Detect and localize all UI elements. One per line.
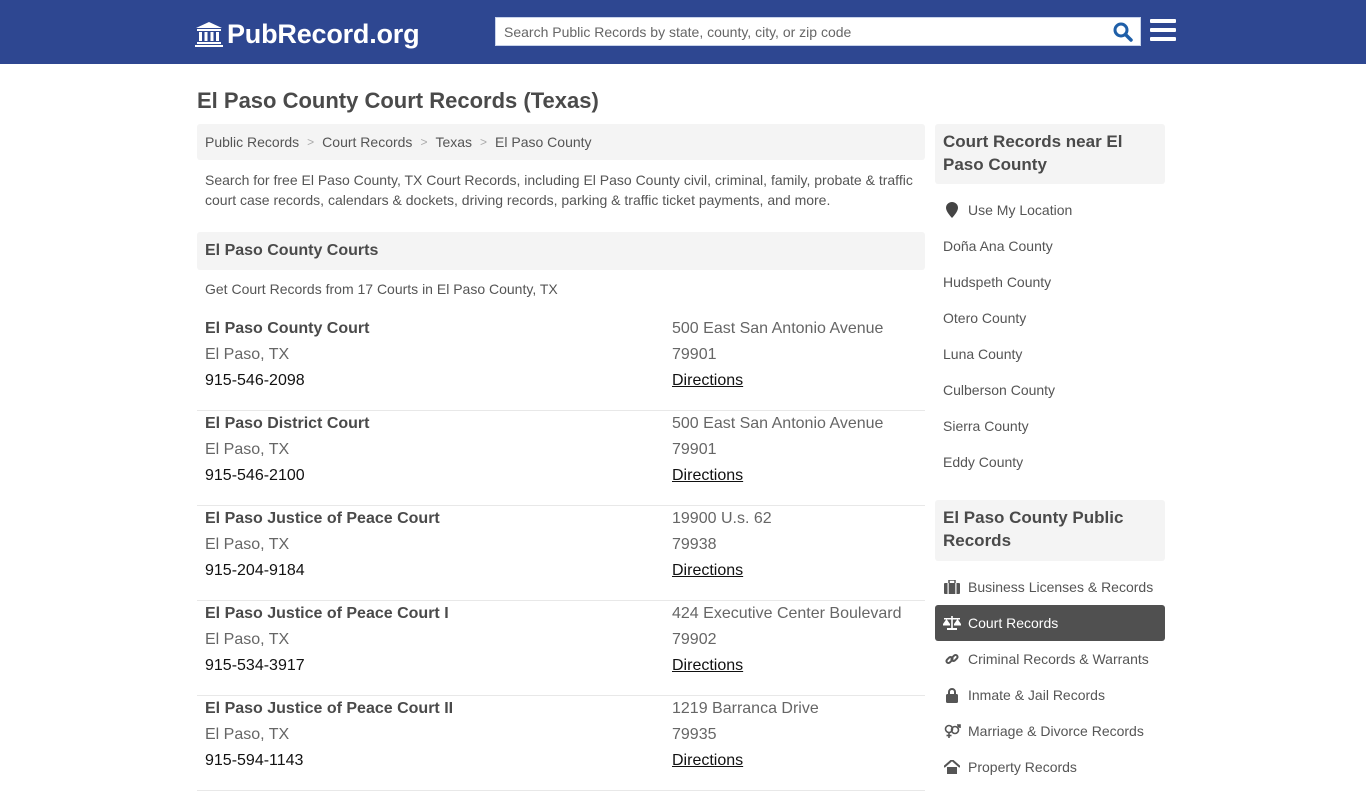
court-city: El Paso, TX bbox=[205, 441, 290, 458]
court-phone[interactable]: 915-546-2100 bbox=[205, 467, 305, 485]
court-name[interactable]: El Paso County Court bbox=[205, 320, 369, 338]
court-item: El Paso Justice of Peace Court El Paso, … bbox=[197, 506, 925, 601]
court-phone[interactable]: 915-534-3917 bbox=[205, 657, 305, 675]
breadcrumb-el-paso-county[interactable]: El Paso County bbox=[495, 134, 592, 150]
public-records-list: Business Licenses & Records Court Record… bbox=[935, 569, 1165, 785]
menu-bar bbox=[1150, 37, 1176, 41]
court-address: 500 East San Antonio Avenue bbox=[672, 415, 884, 432]
sidebar-item-inmate-records[interactable]: Inmate & Jail Records bbox=[935, 677, 1165, 713]
court-city: El Paso, TX bbox=[205, 536, 290, 553]
search-button[interactable] bbox=[1112, 22, 1134, 42]
court-zip: 79938 bbox=[672, 536, 717, 553]
court-address: 19900 U.s. 62 bbox=[672, 510, 772, 527]
nearby-heading: Court Records near El Paso County bbox=[935, 124, 1165, 184]
menu-bar bbox=[1150, 19, 1176, 23]
breadcrumb-court-records[interactable]: Court Records bbox=[322, 134, 412, 150]
court-address: 1219 Barranca Drive bbox=[672, 700, 819, 717]
breadcrumb: Public Records > Court Records > Texas >… bbox=[197, 124, 925, 160]
search-input[interactable] bbox=[496, 18, 1106, 45]
sidebar-item-label: Property Records bbox=[968, 759, 1077, 775]
briefcase-icon bbox=[943, 579, 961, 595]
court-name[interactable]: El Paso Justice of Peace Court bbox=[205, 510, 440, 528]
sidebar-item-label: Court Records bbox=[968, 615, 1059, 631]
logo-text: PubRecord.org bbox=[227, 18, 420, 49]
nearby-county-link[interactable]: Luna County bbox=[935, 336, 1165, 372]
nearby-list: Use My Location Doña Ana County Hudspeth… bbox=[935, 192, 1165, 480]
court-zip: 79901 bbox=[672, 441, 717, 458]
directions-link[interactable]: Directions bbox=[672, 562, 743, 580]
search-icon bbox=[1113, 22, 1133, 42]
link-icon bbox=[943, 651, 961, 667]
intro-text: Search for free El Paso County, TX Court… bbox=[205, 172, 913, 208]
sidebar-item-property-records[interactable]: Property Records bbox=[935, 749, 1165, 785]
court-zip: 79902 bbox=[672, 631, 717, 648]
directions-link[interactable]: Directions bbox=[672, 372, 743, 390]
court-item: El Paso Justice of Peace Court II El Pas… bbox=[197, 696, 925, 791]
sidebar-item-label: Criminal Records & Warrants bbox=[968, 651, 1149, 667]
court-address: 424 Executive Center Boulevard bbox=[672, 605, 902, 622]
lock-icon bbox=[943, 687, 961, 703]
court-phone[interactable]: 915-594-1143 bbox=[205, 752, 303, 770]
court-address: 500 East San Antonio Avenue bbox=[672, 320, 884, 337]
sidebar-item-business-licenses[interactable]: Business Licenses & Records bbox=[935, 569, 1165, 605]
court-city: El Paso, TX bbox=[205, 726, 290, 743]
court-city: El Paso, TX bbox=[205, 346, 290, 363]
menu-bar bbox=[1150, 28, 1176, 32]
scales-icon bbox=[943, 615, 961, 631]
home-icon bbox=[943, 759, 961, 775]
breadcrumb-separator: > bbox=[420, 135, 428, 149]
page-title: El Paso County Court Records (Texas) bbox=[197, 88, 599, 113]
breadcrumb-separator: > bbox=[307, 135, 315, 149]
breadcrumb-separator: > bbox=[480, 135, 488, 149]
court-item: El Paso District Court El Paso, TX 915-5… bbox=[197, 411, 925, 506]
court-city: El Paso, TX bbox=[205, 631, 290, 648]
sidebar-item-label: Business Licenses & Records bbox=[968, 579, 1154, 595]
court-phone[interactable]: 915-546-2098 bbox=[205, 372, 305, 390]
breadcrumb-texas[interactable]: Texas bbox=[435, 134, 472, 150]
nearby-county-link[interactable]: Culberson County bbox=[935, 372, 1165, 408]
courthouse-icon bbox=[195, 22, 223, 47]
breadcrumb-public-records[interactable]: Public Records bbox=[205, 134, 299, 150]
court-name[interactable]: El Paso Justice of Peace Court I bbox=[205, 605, 449, 623]
site-header: PubRecord.org bbox=[0, 0, 1366, 64]
court-phone[interactable]: 915-204-9184 bbox=[205, 562, 305, 580]
sidebar-item-court-records[interactable]: Court Records bbox=[935, 605, 1165, 641]
courts-count-text: Get Court Records from 17 Courts in El P… bbox=[205, 281, 558, 297]
court-list: El Paso County Court El Paso, TX 915-546… bbox=[197, 316, 925, 791]
search-box bbox=[495, 17, 1141, 46]
court-item: El Paso Justice of Peace Court I El Paso… bbox=[197, 601, 925, 696]
directions-link[interactable]: Directions bbox=[672, 657, 743, 675]
public-records-heading: El Paso County Public Records bbox=[935, 500, 1165, 561]
sidebar-item-criminal-records[interactable]: Criminal Records & Warrants bbox=[935, 641, 1165, 677]
directions-link[interactable]: Directions bbox=[672, 467, 743, 485]
nearby-county-link[interactable]: Doña Ana County bbox=[935, 228, 1165, 264]
nearby-county-link[interactable]: Hudspeth County bbox=[935, 264, 1165, 300]
court-zip: 79935 bbox=[672, 726, 717, 743]
nearby-county-link[interactable]: Sierra County bbox=[935, 408, 1165, 444]
sidebar-item-label: Marriage & Divorce Records bbox=[968, 723, 1144, 739]
court-item: El Paso County Court El Paso, TX 915-546… bbox=[197, 316, 925, 411]
courts-section-heading: El Paso County Courts bbox=[197, 232, 925, 270]
court-zip: 79901 bbox=[672, 346, 717, 363]
nearby-county-link[interactable]: Otero County bbox=[935, 300, 1165, 336]
directions-link[interactable]: Directions bbox=[672, 752, 743, 770]
nearby-county-link[interactable]: Eddy County bbox=[935, 444, 1165, 480]
use-my-location-button[interactable]: Use My Location bbox=[935, 192, 1165, 228]
court-name[interactable]: El Paso District Court bbox=[205, 415, 369, 433]
sidebar-item-marriage-records[interactable]: Marriage & Divorce Records bbox=[935, 713, 1165, 749]
venus-mars-icon bbox=[943, 723, 961, 739]
court-name[interactable]: El Paso Justice of Peace Court II bbox=[205, 700, 453, 718]
map-marker-icon bbox=[943, 202, 961, 218]
hamburger-menu-button[interactable] bbox=[1150, 19, 1176, 43]
use-my-location-label: Use My Location bbox=[968, 202, 1073, 218]
sidebar-item-label: Inmate & Jail Records bbox=[968, 687, 1105, 703]
site-logo[interactable]: PubRecord.org bbox=[195, 18, 420, 50]
